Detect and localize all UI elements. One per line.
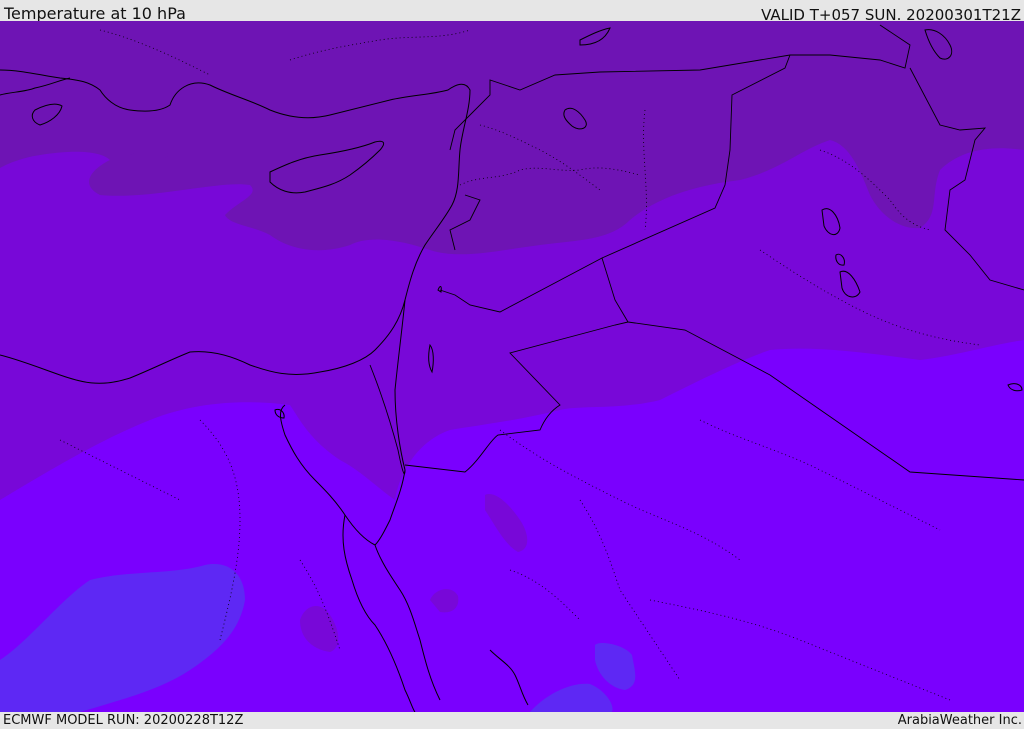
brand-credit: ArabiaWeather Inc. (897, 713, 1022, 728)
header-bar: Temperature at 10 hPa VALID T+057 SUN. 2… (0, 0, 1024, 24)
model-run: ECMWF MODEL RUN: 20200228T12Z (3, 713, 244, 728)
map-canvas (0, 21, 1024, 712)
temperature-map[interactable] (0, 21, 1024, 712)
footer-bar: ECMWF MODEL RUN: 20200228T12Z ArabiaWeat… (0, 712, 1024, 729)
